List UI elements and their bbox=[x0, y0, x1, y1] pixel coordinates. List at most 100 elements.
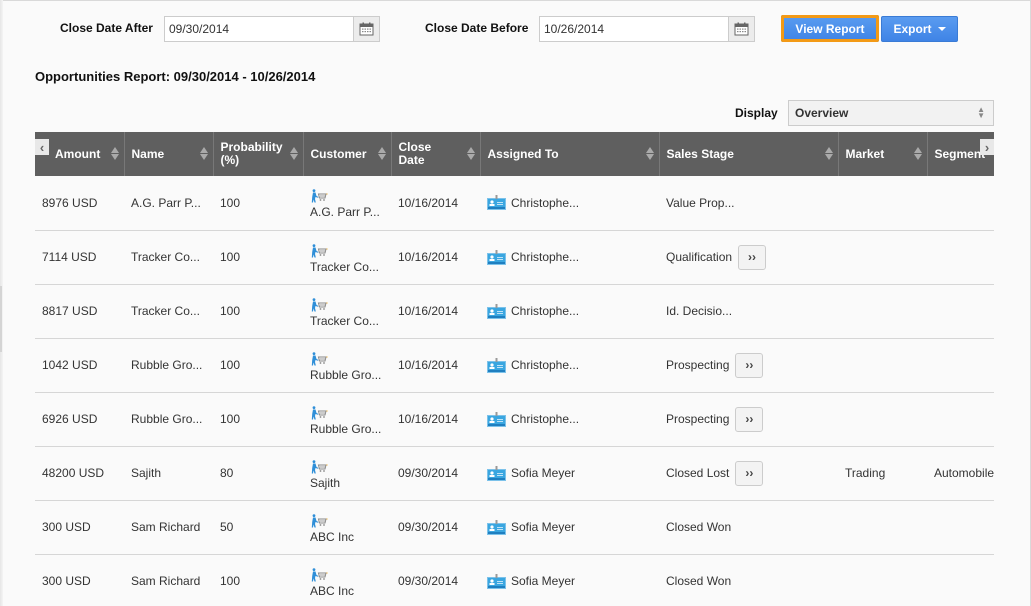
column-header-market[interactable]: Market bbox=[838, 132, 928, 176]
sort-icon[interactable] bbox=[110, 146, 120, 161]
sort-icon[interactable] bbox=[466, 146, 476, 161]
sort-icon[interactable] bbox=[377, 146, 387, 161]
table-row[interactable]: 8976 USD A.G. Parr P... 100 A.G. Parr P... 1… bbox=[35, 176, 994, 231]
assigned-user-link[interactable]: Christophe... bbox=[511, 250, 579, 264]
customer-name-link[interactable]: Tracker Co... bbox=[310, 314, 384, 328]
assigned-user-link[interactable]: Christophe... bbox=[511, 304, 579, 318]
table-row[interactable]: 8817 USD Tracker Co... 100 Tracker Co... 10/… bbox=[35, 284, 994, 339]
table-row[interactable]: 48200 USD Sajith 80 Sajith 09/30/2014 Sofia M… bbox=[35, 446, 994, 501]
segment: Automobile bbox=[934, 466, 994, 480]
close-date-before-input[interactable] bbox=[540, 17, 728, 41]
opportunity-name-link[interactable]: Rubble Gro... bbox=[131, 412, 202, 426]
customer-name-link[interactable]: Tracker Co... bbox=[310, 260, 384, 274]
table-row[interactable]: 300 USD Sam Richard 100 ABC Inc 09/30/2014 So… bbox=[35, 554, 994, 606]
probability-cell: 80 bbox=[213, 446, 303, 501]
probability-cell: 100 bbox=[213, 554, 303, 606]
close-date-after-calendar-button[interactable] bbox=[353, 17, 379, 41]
name-cell: A.G. Parr P... bbox=[124, 176, 213, 231]
table-row[interactable]: 300 USD Sam Richard 50 ABC Inc 09/30/2014 Sof… bbox=[35, 500, 994, 555]
sort-icon[interactable] bbox=[289, 146, 299, 161]
scroll-right-button[interactable]: › bbox=[980, 139, 994, 155]
column-header-label: Amount bbox=[55, 146, 101, 161]
market-cell bbox=[838, 338, 927, 393]
opportunity-name-link[interactable]: Sajith bbox=[131, 466, 161, 480]
customer-name-link[interactable]: ABC Inc bbox=[310, 530, 384, 544]
sort-icon[interactable] bbox=[199, 146, 209, 161]
sort-icon[interactable] bbox=[913, 146, 923, 161]
opportunity-name-link[interactable]: Tracker Co... bbox=[131, 304, 200, 318]
column-header-probability[interactable]: Probability (%) bbox=[213, 132, 304, 176]
column-header-customer[interactable]: Customer bbox=[303, 132, 392, 176]
close-date-cell: 09/30/2014 bbox=[391, 500, 480, 555]
scroll-left-button[interactable]: ‹ bbox=[35, 139, 49, 155]
customer-icon bbox=[311, 567, 328, 582]
close-date-after-label: Close Date After bbox=[60, 21, 153, 35]
sort-icon[interactable] bbox=[645, 146, 655, 161]
customer-cell: Rubble Gro... bbox=[303, 392, 391, 447]
display-selected-value: Overview bbox=[795, 106, 849, 120]
customer-name-link[interactable]: Sajith bbox=[310, 476, 384, 490]
sales-stage-cell: Closed Won bbox=[659, 554, 838, 606]
sales-stage-cell: Closed Lost ›› bbox=[659, 446, 838, 501]
table-row[interactable]: 7114 USD Tracker Co... 100 Tracker Co... 10/… bbox=[35, 230, 994, 285]
close-date-after-input[interactable] bbox=[165, 17, 353, 41]
customer-name-link[interactable]: A.G. Parr P... bbox=[310, 205, 384, 219]
segment-cell bbox=[927, 500, 994, 555]
market: Trading bbox=[845, 466, 886, 480]
probability-cell: 100 bbox=[213, 284, 303, 339]
advance-stage-button[interactable]: ›› bbox=[738, 244, 767, 270]
opportunity-name-link[interactable]: Rubble Gro... bbox=[131, 358, 202, 372]
market-cell bbox=[838, 500, 927, 555]
customer-cell: Sajith bbox=[303, 446, 391, 501]
segment-cell bbox=[927, 338, 994, 393]
display-select[interactable]: Overview ▲ ▼ bbox=[788, 100, 994, 126]
customer-cell: ABC Inc bbox=[303, 500, 391, 555]
user-card-icon bbox=[487, 519, 506, 535]
opportunity-name-link[interactable]: Sam Richard bbox=[131, 520, 200, 534]
market-cell bbox=[838, 284, 927, 339]
assigned-user-link[interactable]: Sofia Meyer bbox=[511, 520, 575, 534]
sales-stage-cell: Closed Won bbox=[659, 500, 838, 555]
customer-icon bbox=[311, 243, 328, 257]
assigned-user-link[interactable]: Christophe... bbox=[511, 358, 579, 372]
column-header-sales-stage[interactable]: Sales Stage bbox=[659, 132, 839, 176]
advance-stage-button[interactable]: ›› bbox=[735, 460, 764, 486]
column-header-close-date[interactable]: Close Date bbox=[391, 132, 481, 176]
user-card-icon bbox=[487, 195, 506, 211]
market-cell bbox=[838, 176, 927, 231]
assigned-user-link[interactable]: Christophe... bbox=[511, 412, 579, 426]
assigned-user-link[interactable]: Sofia Meyer bbox=[511, 574, 575, 588]
view-report-button[interactable]: View Report bbox=[781, 15, 879, 42]
assigned-to-cell: Christophe... bbox=[480, 284, 659, 339]
customer-name-link[interactable]: ABC Inc bbox=[310, 584, 384, 598]
sort-icon[interactable] bbox=[824, 146, 834, 161]
opportunity-name-link[interactable]: Tracker Co... bbox=[131, 250, 200, 264]
close-date: 10/16/2014 bbox=[398, 358, 459, 372]
assigned-to-cell: Sofia Meyer bbox=[480, 446, 659, 501]
probability: 80 bbox=[220, 466, 234, 480]
opportunity-name-link[interactable]: Sam Richard bbox=[131, 574, 200, 588]
market-cell bbox=[838, 554, 927, 606]
assigned-user-link[interactable]: Sofia Meyer bbox=[511, 466, 575, 480]
assigned-user-link[interactable]: Christophe... bbox=[511, 196, 579, 210]
segment-cell bbox=[927, 176, 994, 231]
close-date-before-calendar-button[interactable] bbox=[728, 17, 754, 41]
export-dropdown-button[interactable]: Export bbox=[881, 16, 958, 42]
customer-icon bbox=[311, 297, 328, 311]
opportunity-name-link[interactable]: A.G. Parr P... bbox=[131, 196, 201, 210]
calendar-icon bbox=[359, 22, 374, 36]
assigned-to-cell: Sofia Meyer bbox=[480, 554, 659, 606]
customer-name-link[interactable]: Rubble Gro... bbox=[310, 368, 384, 382]
customer-name-link[interactable]: Rubble Gro... bbox=[310, 422, 384, 436]
advance-stage-button[interactable]: ›› bbox=[735, 352, 764, 378]
export-label: Export bbox=[893, 22, 932, 36]
advance-stage-button[interactable]: ›› bbox=[735, 406, 764, 432]
customer-icon bbox=[311, 513, 328, 527]
sales-stage: Prospecting bbox=[666, 358, 730, 372]
column-header-label: Segment bbox=[934, 146, 986, 161]
column-header-assigned-to[interactable]: Assigned To bbox=[480, 132, 660, 176]
column-header-name[interactable]: Name bbox=[124, 132, 214, 176]
table-row[interactable]: 6926 USD Rubble Gro... 100 Rubble Gro... 10/… bbox=[35, 392, 994, 447]
table-row[interactable]: 1042 USD Rubble Gro... 100 Rubble Gro... 10/… bbox=[35, 338, 994, 393]
sales-stage: Id. Decisio... bbox=[666, 304, 733, 318]
